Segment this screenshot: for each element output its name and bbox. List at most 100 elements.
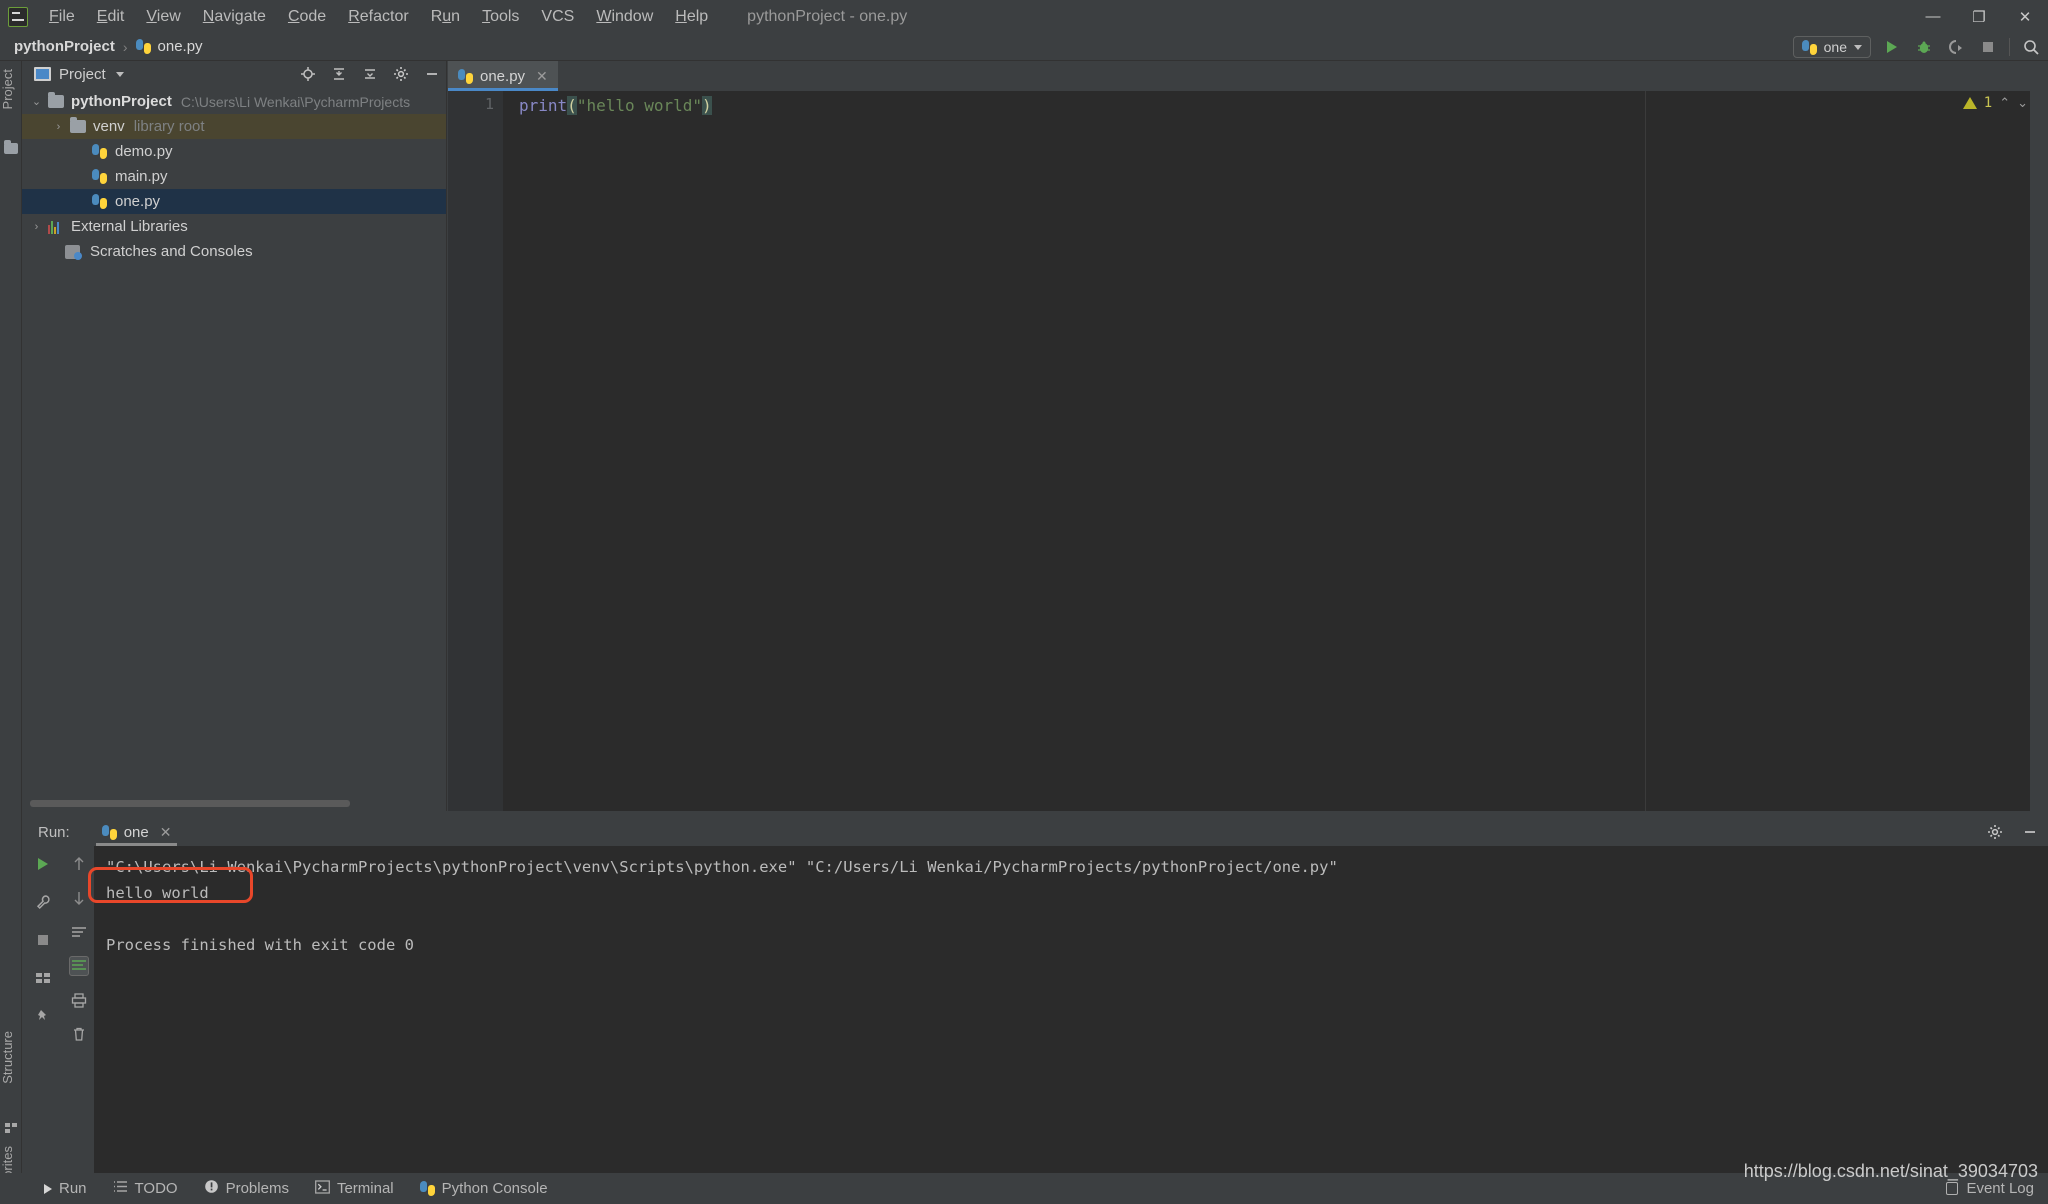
folder-icon	[48, 92, 64, 108]
settings-icon[interactable]	[1986, 824, 2003, 841]
tree-node-demo-py[interactable]: demo.py	[22, 139, 446, 164]
run-with-coverage-icon[interactable]	[1945, 36, 1967, 58]
todo-icon	[113, 1180, 128, 1197]
chevron-down-icon[interactable]	[115, 71, 124, 77]
minimize-button[interactable]: —	[1910, 0, 1956, 33]
run-icon[interactable]	[33, 854, 53, 874]
status-bar-item-python-console[interactable]: Python Console	[419, 1180, 548, 1197]
menu-item-help[interactable]: Help	[664, 4, 719, 30]
menu-item-code[interactable]: Code	[277, 4, 337, 30]
navigation-bar: pythonProject › one.py one	[0, 33, 2048, 61]
menu-item-run[interactable]: Run	[420, 4, 471, 30]
code-content[interactable]: print("hello world")	[503, 91, 2048, 811]
chevron-down-icon[interactable]: ⌄	[2017, 95, 2028, 111]
chevron-up-icon[interactable]: ⌃	[1999, 95, 2010, 111]
python-file-icon	[92, 144, 107, 159]
scroll-up-icon[interactable]	[69, 854, 89, 874]
pin-icon[interactable]	[33, 1006, 53, 1026]
close-icon[interactable]: ✕	[160, 824, 172, 841]
run-panel-label: Run:	[38, 823, 70, 841]
debug-icon[interactable]	[1913, 36, 1935, 58]
project-panel-actions	[299, 66, 440, 83]
close-button[interactable]: ✕	[2002, 0, 2048, 33]
editor-area: one.py ✕ 1 print("hello world") 1 ⌃ ⌄	[448, 61, 2048, 811]
menu-item-navigate[interactable]: Navigate	[192, 4, 277, 30]
menu-item-view[interactable]: View	[135, 4, 191, 30]
code-token-close-paren: )	[702, 96, 712, 115]
breadcrumb-file[interactable]: one.py	[158, 38, 203, 55]
tree-node-one-py[interactable]: one.py	[22, 189, 446, 214]
status-bar-event-log[interactable]: Event Log	[1946, 1180, 2034, 1197]
chevron-right-icon[interactable]: ›	[30, 220, 43, 233]
editor-tab-one-py[interactable]: one.py ✕	[448, 61, 558, 91]
menu-item-file[interactable]: File	[38, 4, 86, 30]
code-editor[interactable]: 1 print("hello world")	[448, 91, 2048, 811]
wrench-icon[interactable]	[33, 892, 53, 912]
hide-icon[interactable]	[2021, 824, 2038, 841]
chevron-down-icon[interactable]: ⌄	[30, 95, 43, 108]
project-horizontal-scrollbar[interactable]	[30, 800, 350, 807]
locate-icon[interactable]	[299, 66, 316, 83]
problems-icon	[204, 1179, 219, 1198]
clear-all-icon[interactable]	[69, 1024, 89, 1044]
tree-label: Scratches and Consoles	[90, 243, 253, 260]
tree-node-external-libraries[interactable]: › External Libraries	[22, 214, 446, 239]
status-bar-item-terminal[interactable]: Terminal	[315, 1179, 394, 1198]
status-bar-label: Terminal	[336, 1180, 394, 1197]
status-bar-item-run[interactable]: Run	[44, 1180, 87, 1197]
close-icon[interactable]: ✕	[536, 68, 548, 85]
window-title: pythonProject - one.py	[747, 7, 908, 25]
chevron-right-icon[interactable]: ›	[52, 120, 65, 133]
menu-item-tools[interactable]: Tools	[471, 4, 530, 30]
scroll-to-end-icon[interactable]	[69, 956, 89, 976]
console-output[interactable]: "C:\Users\Li Wenkai\PycharmProjects\pyth…	[88, 846, 2048, 1173]
run-icon[interactable]	[1881, 36, 1903, 58]
tool-window-button-structure[interactable]: Structure	[0, 1031, 22, 1084]
run-panel-header-actions	[1986, 824, 2038, 841]
breadcrumb-separator: ›	[122, 38, 128, 55]
status-bar: Run TODO Problems Terminal Python Consol…	[0, 1173, 2048, 1204]
run-tab-one[interactable]: one ✕	[95, 818, 178, 846]
breadcrumb-project[interactable]: pythonProject	[14, 38, 115, 55]
run-actions-right	[64, 846, 94, 1173]
menu-item-refactor[interactable]: Refactor	[337, 4, 419, 30]
project-tool-window: Project ⌄ pythonProject C:\Users\Li Wenk…	[22, 61, 447, 811]
run-configuration-selector[interactable]: one	[1792, 36, 1871, 58]
status-bar-item-problems[interactable]: Problems	[204, 1179, 289, 1198]
search-icon[interactable]	[2020, 36, 2042, 58]
hide-icon[interactable]	[423, 66, 440, 83]
tree-node-pythonproject[interactable]: ⌄ pythonProject C:\Users\Li Wenkai\Pycha…	[22, 89, 446, 114]
python-file-icon	[135, 39, 151, 54]
stop-icon[interactable]	[1977, 36, 1999, 58]
status-bar-item-todo[interactable]: TODO	[113, 1180, 178, 1197]
terminal-icon	[315, 1179, 330, 1198]
maximize-button[interactable]: ❐	[1956, 0, 2002, 33]
layout-icon[interactable]	[33, 968, 53, 988]
expand-all-icon[interactable]	[361, 66, 378, 83]
run-tab-label: one	[123, 823, 149, 841]
menu-item-vcs[interactable]: VCS	[530, 4, 585, 30]
scroll-down-icon[interactable]	[69, 888, 89, 908]
line-number-gutter: 1	[448, 91, 503, 811]
code-token-open-paren: (	[567, 96, 577, 115]
inspection-gutter[interactable]	[2030, 91, 2048, 811]
soft-wrap-icon[interactable]	[69, 922, 89, 942]
editor-right-margin	[1645, 91, 1646, 811]
collapse-all-icon[interactable]	[330, 66, 347, 83]
tool-window-button-project[interactable]: Project	[0, 69, 22, 109]
run-panel-header: Run: one ✕	[22, 818, 2048, 846]
line-number: 1	[484, 95, 494, 113]
tree-node-scratches-and-consoles[interactable]: Scratches and Consoles	[22, 239, 446, 264]
left-tool-strip: Project Structure Favorites	[0, 61, 22, 1199]
project-icon	[34, 67, 51, 81]
menu-item-edit[interactable]: Edit	[86, 4, 136, 30]
tree-node-main-py[interactable]: main.py	[22, 164, 446, 189]
project-panel-header: Project	[22, 61, 446, 87]
inspection-widget[interactable]: 1 ⌃ ⌄	[1962, 95, 2028, 111]
stop-icon[interactable]	[33, 930, 53, 950]
tree-node-venv[interactable]: › venv library root	[22, 114, 446, 139]
console-command-line: "C:\Users\Li Wenkai\PycharmProjects\pyth…	[106, 858, 1338, 876]
menu-item-window[interactable]: Window	[585, 4, 664, 30]
print-icon[interactable]	[69, 990, 89, 1010]
settings-icon[interactable]	[392, 66, 409, 83]
